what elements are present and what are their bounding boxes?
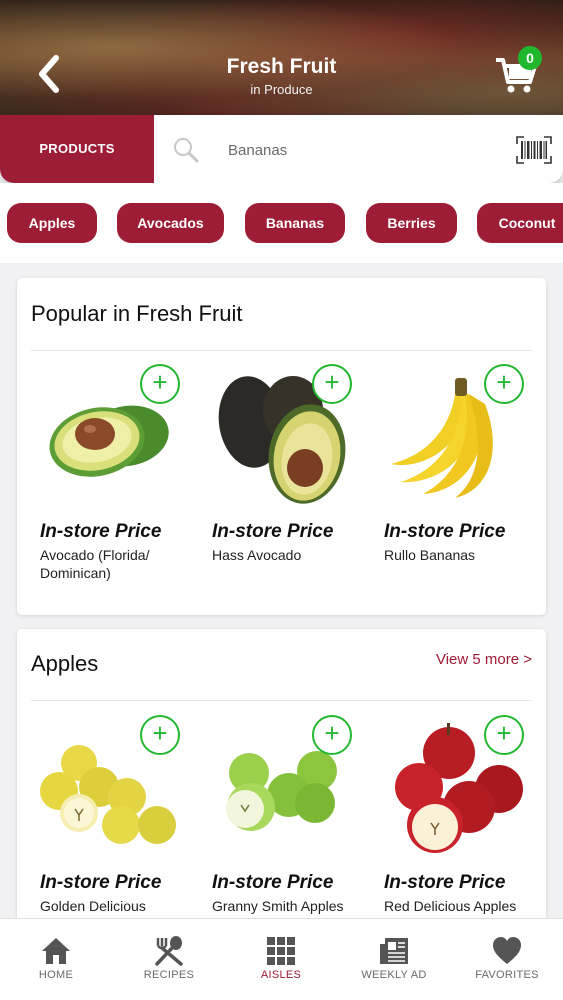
divider xyxy=(31,700,532,701)
product-card[interactable]: + In-store Price Red Delicious Apples xyxy=(361,715,529,915)
add-to-list-button[interactable]: + xyxy=(484,715,524,755)
nav-label: AISLES xyxy=(260,969,302,981)
chip-avocados[interactable]: Avocados xyxy=(117,203,224,243)
search-icon xyxy=(174,138,199,163)
price-label: In-store Price xyxy=(40,872,162,893)
product-card[interactable]: + In-store Price Avocado (Florida/ Domin… xyxy=(17,364,185,594)
apples-card: Apples View 5 more > + In-store Price Go… xyxy=(17,629,546,949)
header-banner: Fresh Fruit in Produce 0 xyxy=(0,0,563,116)
add-to-list-button[interactable]: + xyxy=(140,364,180,404)
bottom-nav: HOME RECIPES AISLES WEEKLY AD FAVORITES xyxy=(0,918,563,1000)
popular-section-title: Popular in Fresh Fruit xyxy=(31,301,243,326)
product-name: Granny Smith Apples xyxy=(212,898,344,914)
add-to-list-button[interactable]: + xyxy=(140,715,180,755)
nav-aisles[interactable]: AISLES xyxy=(225,919,337,1000)
nav-label: RECIPES xyxy=(143,969,195,981)
product-name: Hass Avocado xyxy=(212,547,302,563)
nav-label: FAVORITES xyxy=(475,969,539,981)
chip-apples[interactable]: Apples xyxy=(7,203,97,243)
category-chips: Apples Avocados Bananas Berries Coconut xyxy=(0,183,563,263)
product-card[interactable]: + In-store Price Hass Avocado xyxy=(189,364,357,594)
view-more-link[interactable]: View 5 more > xyxy=(436,651,532,668)
search-bar: PRODUCTS xyxy=(0,115,563,183)
nav-home[interactable]: HOME xyxy=(0,919,112,1000)
heart-icon xyxy=(493,937,521,964)
nav-label: HOME xyxy=(38,969,74,981)
price-label: In-store Price xyxy=(212,521,334,542)
price-label: In-store Price xyxy=(384,872,506,893)
barcode-scanner-icon[interactable] xyxy=(516,136,552,164)
nav-label: WEEKLY AD xyxy=(361,969,427,981)
popular-card: Popular in Fresh Fruit + In-store Price … xyxy=(17,278,546,615)
home-icon xyxy=(42,938,70,964)
page-title: Fresh Fruit xyxy=(226,55,337,78)
price-label: In-store Price xyxy=(212,872,334,893)
product-name: Avocado (Florida/ Dominican) xyxy=(40,547,150,581)
nav-favorites[interactable]: FAVORITES xyxy=(451,919,563,1000)
products-tab[interactable]: PRODUCTS xyxy=(0,115,154,183)
chip-berries[interactable]: Berries xyxy=(366,203,457,243)
price-label: In-store Price xyxy=(40,521,162,542)
add-to-list-button[interactable]: + xyxy=(484,364,524,404)
page-subtitle: in Produce xyxy=(250,82,313,97)
chip-coconut[interactable]: Coconut xyxy=(477,203,563,243)
product-name: Red Delicious Apples xyxy=(384,898,517,914)
newspaper-icon xyxy=(380,938,408,964)
nav-weekly-ad[interactable]: WEEKLY AD xyxy=(338,919,450,1000)
cart-count-badge: 0 xyxy=(518,46,542,70)
search-input[interactable] xyxy=(218,135,498,165)
add-to-list-button[interactable]: + xyxy=(312,364,352,404)
chip-bananas[interactable]: Bananas xyxy=(245,203,345,243)
grid-icon xyxy=(267,937,295,965)
product-card[interactable]: + In-store Price Granny Smith Apples xyxy=(189,715,357,915)
utensils-icon xyxy=(155,936,183,966)
price-label: In-store Price xyxy=(384,521,506,542)
add-to-list-button[interactable]: + xyxy=(312,715,352,755)
product-name: Rullo Bananas xyxy=(384,547,476,563)
nav-recipes[interactable]: RECIPES xyxy=(113,919,225,1000)
product-name: Golden Delicious Apples xyxy=(40,898,146,914)
product-card[interactable]: + In-store Price Rullo Bananas xyxy=(361,364,529,594)
product-card[interactable]: + In-store Price Golden Delicious Apples xyxy=(17,715,185,915)
divider xyxy=(31,350,532,351)
apples-section-title: Apples xyxy=(31,651,99,676)
